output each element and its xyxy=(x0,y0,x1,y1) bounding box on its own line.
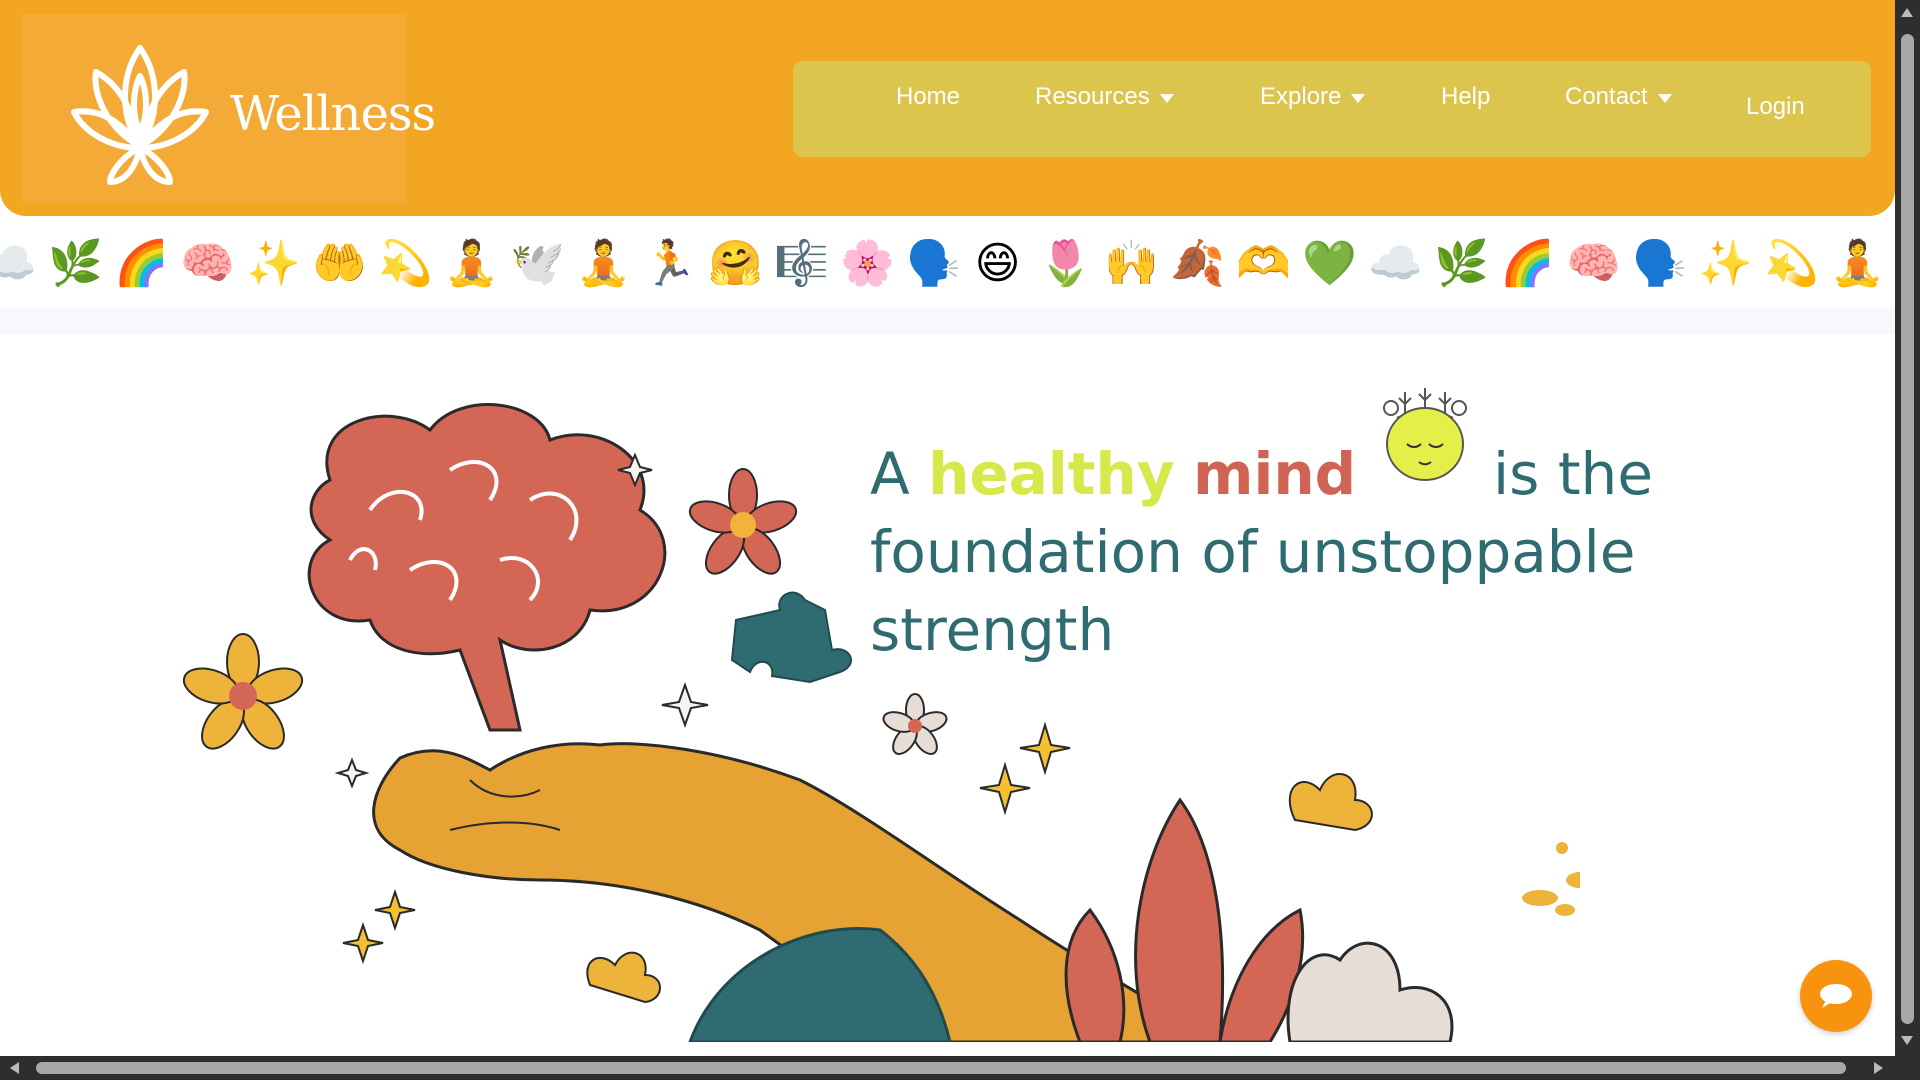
scroll-down-icon[interactable] xyxy=(1901,1036,1913,1045)
emoji-item: 🎼 xyxy=(774,238,829,289)
scroll-up-icon[interactable] xyxy=(1901,8,1913,17)
scroll-right-icon[interactable] xyxy=(1874,1062,1883,1074)
emoji-item: 🍂 xyxy=(1170,238,1225,289)
chat-button[interactable] xyxy=(1800,960,1872,1032)
horizontal-scroll-thumb[interactable] xyxy=(36,1062,1846,1074)
emoji-item: 🧘 xyxy=(1830,238,1885,289)
scroll-left-icon[interactable] xyxy=(10,1062,19,1074)
nav-resources-label: Resources xyxy=(1035,83,1150,110)
leaf-red xyxy=(1134,797,1225,1042)
headline-word-healthy: healthy xyxy=(928,440,1175,508)
nav-explore[interactable]: Explore xyxy=(1260,83,1366,111)
emoji-item: ☁️ xyxy=(1368,238,1423,289)
emoji-item: 🏃 xyxy=(642,238,697,289)
emoji-marquee: ☁️ 🌿 🌈 🧠 ✨ 🤲 💫 🧘 🕊️ 🧘 🏃 🤗 🎼 🌸 🗣️ 😄 🌷 🙌 🍂 🫶 💚 ☁️ 🌿 🌈 🧠 🗣️ ✨ 💫 🧘 xyxy=(0,222,1895,308)
headline-line1-rest: is the xyxy=(1493,440,1653,508)
lotus-icon xyxy=(71,45,209,185)
brain-illustration xyxy=(307,403,667,732)
emoji-item: 🌿 xyxy=(1434,238,1489,289)
headline-line3: strength xyxy=(870,596,1115,664)
emoji-item: ☁️ xyxy=(0,238,37,289)
vertical-scrollbar[interactable] xyxy=(1895,0,1920,1056)
emoji-item: 💫 xyxy=(1764,238,1819,289)
emoji-item: 🫶 xyxy=(1236,238,1291,289)
nav-contact[interactable]: Contact xyxy=(1565,83,1672,111)
emoji-item: 🌷 xyxy=(1038,238,1093,289)
chevron-down-icon xyxy=(1351,94,1366,103)
nav-explore-label: Explore xyxy=(1260,83,1342,110)
emoji-item: 🗣️ xyxy=(906,238,961,289)
headline-word-a: A xyxy=(870,440,910,508)
headline-word-mind: mind xyxy=(1193,440,1357,508)
logo[interactable]: Wellness xyxy=(22,14,436,204)
hero-headline: A healthy mind is the foundation of unst… xyxy=(870,388,1830,669)
flower-orange xyxy=(182,633,304,750)
emoji-item: 🧠 xyxy=(180,238,235,289)
flower-red xyxy=(688,468,798,575)
vertical-scroll-thumb[interactable] xyxy=(1901,34,1914,1024)
login-label: Login xyxy=(1746,93,1805,120)
login-button[interactable]: Login xyxy=(1746,93,1805,121)
emoji-item: 🧘 xyxy=(444,238,499,289)
emoji-item: 🌿 xyxy=(48,238,103,289)
emoji-item: 🧠 xyxy=(1566,238,1621,289)
nav-help-label: Help xyxy=(1441,83,1491,110)
chat-bubble-icon xyxy=(1820,984,1852,1008)
emoji-item: 🌈 xyxy=(114,238,169,289)
emoji-item: 🙌 xyxy=(1104,238,1159,289)
nav-resources[interactable]: Resources xyxy=(1035,83,1174,111)
emoji-item: 🧘 xyxy=(576,238,631,289)
nav-home-label: Home xyxy=(896,83,961,110)
emoji-item: ✨ xyxy=(1698,238,1753,289)
flower-grey xyxy=(882,693,948,755)
horizontal-scrollbar[interactable] xyxy=(0,1056,1920,1080)
puzzle-piece xyxy=(730,591,852,684)
nav-home[interactable]: Home xyxy=(896,83,960,111)
chevron-down-icon xyxy=(1159,94,1174,103)
emoji-item: 🌈 xyxy=(1500,238,1555,289)
flower-white xyxy=(1286,941,1454,1042)
headline-line2: foundation of unstoppable xyxy=(870,518,1636,586)
emoji-item: 💫 xyxy=(378,238,433,289)
brand-name: Wellness xyxy=(230,86,436,142)
emoji-item: 😄 xyxy=(974,238,1021,289)
site-header: Wellness Home Resources Explore Help Con… xyxy=(0,0,1895,216)
emoji-item: 💚 xyxy=(1302,238,1357,289)
emoji-item: 🕊️ xyxy=(510,238,565,289)
emoji-item: ✨ xyxy=(246,238,301,289)
emoji-item: 🤲 xyxy=(312,238,367,289)
emoji-strip-track: ☁️ 🌿 🌈 🧠 ✨ 🤲 💫 🧘 🕊️ 🧘 🏃 🤗 🎼 🌸 🗣️ 😄 🌷 🙌 🍂 🫶 💚 ☁️ 🌿 🌈 🧠 🗣️ ✨ 💫 🧘 xyxy=(0,236,1885,292)
nav-help[interactable]: Help xyxy=(1441,83,1490,111)
emoji-item: 🌸 xyxy=(840,238,895,289)
nav-contact-label: Contact xyxy=(1565,83,1648,110)
main-nav: Home Resources Explore Help Contact Logi… xyxy=(793,61,1871,157)
emoji-item: 🤗 xyxy=(708,238,763,289)
meditating-head-icon xyxy=(1382,388,1467,481)
chevron-down-icon xyxy=(1657,94,1672,103)
strip-divider xyxy=(0,308,1895,334)
emoji-item: 🗣️ xyxy=(1632,238,1687,289)
